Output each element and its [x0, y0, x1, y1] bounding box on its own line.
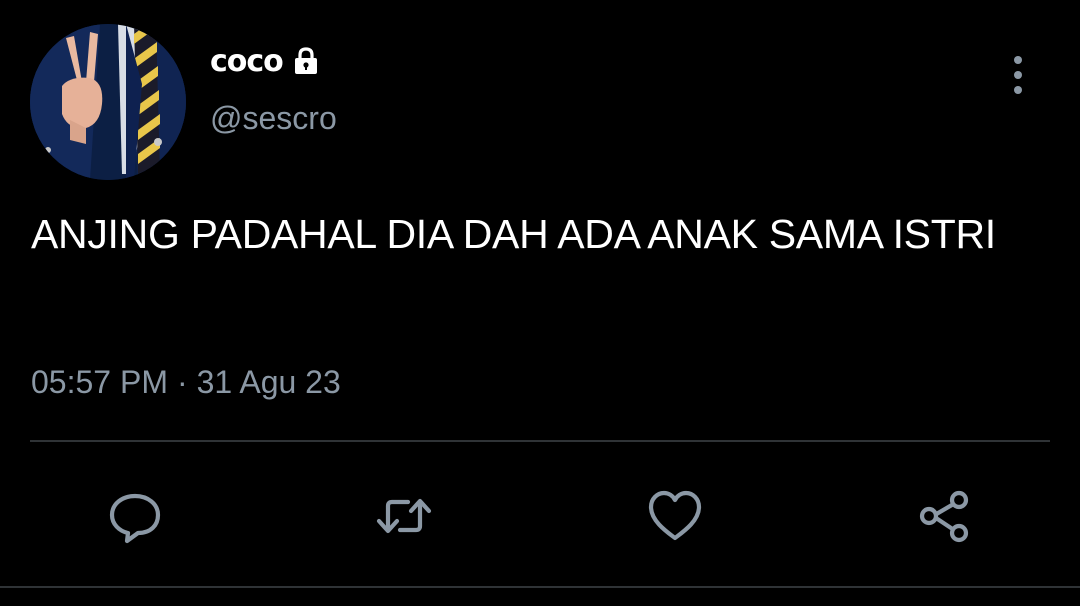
divider	[30, 440, 1050, 442]
display-name[interactable]: coco	[210, 44, 284, 79]
tweet-detail: coco @sescro ANJING PADAHAL DIA DAH ADA …	[0, 0, 1080, 606]
user-handle[interactable]: @sescro	[210, 100, 337, 137]
retweet-button[interactable]	[372, 484, 436, 548]
tweet-text: ANJING PADAHAL DIA DAH ADA ANAK SAMA IST…	[31, 211, 996, 257]
reply-button[interactable]	[103, 484, 167, 548]
share-icon	[919, 490, 969, 543]
share-button[interactable]	[913, 484, 977, 548]
tweet-date: 31 Agu 23	[196, 364, 341, 400]
reply-icon	[109, 493, 161, 544]
tweet-time: 05:57 PM	[31, 364, 168, 400]
retweet-icon	[376, 498, 432, 534]
lock-icon	[290, 45, 322, 77]
like-button[interactable]	[643, 484, 707, 548]
bottom-divider	[0, 586, 1080, 588]
heart-icon	[648, 490, 702, 541]
display-name-row[interactable]: coco	[210, 42, 322, 80]
more-vertical-icon	[1014, 71, 1022, 79]
avatar[interactable]	[30, 24, 186, 180]
more-vertical-icon	[1014, 86, 1022, 94]
more-vertical-icon	[1014, 56, 1022, 64]
timestamp-separator: ·	[176, 364, 188, 400]
tweet-timestamp[interactable]: 05:57 PM · 31 Agu 23	[31, 364, 341, 401]
avatar-photo	[30, 24, 186, 180]
more-options-button[interactable]	[998, 52, 1038, 98]
